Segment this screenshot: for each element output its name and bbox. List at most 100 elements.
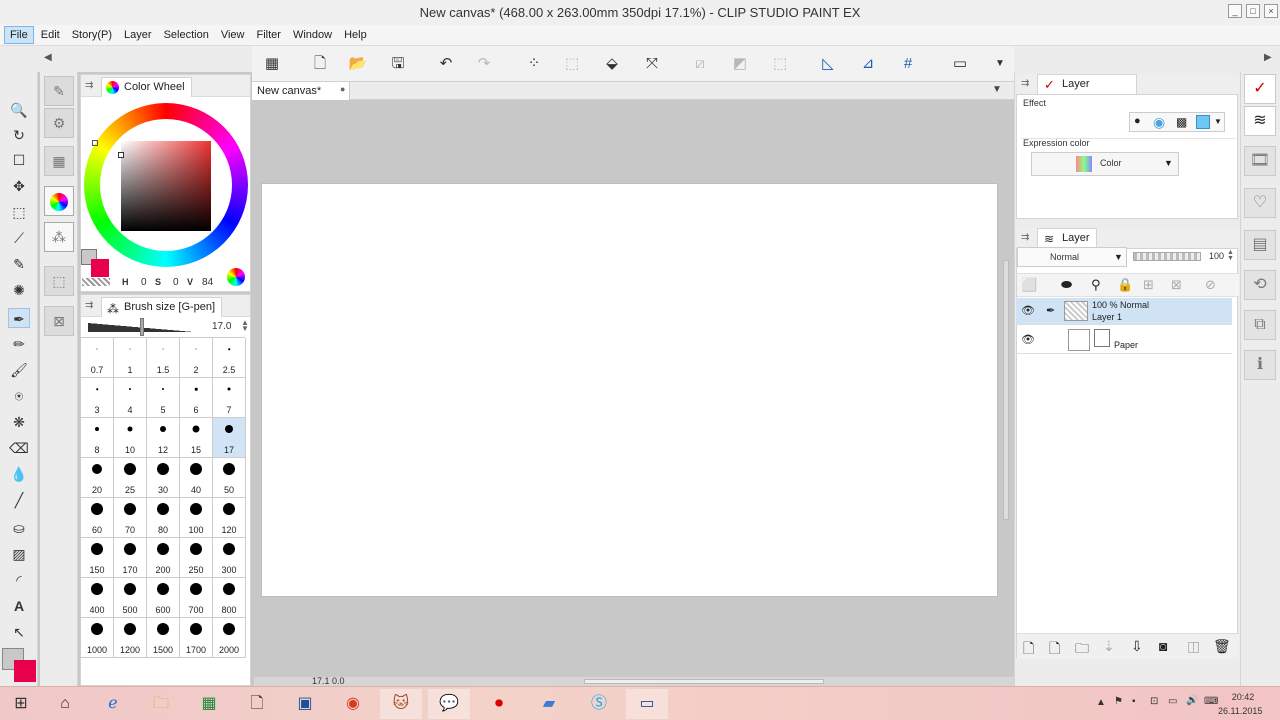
brush-size-cell[interactable]: 300	[213, 538, 246, 578]
brush-size-cell[interactable]: 600	[147, 578, 180, 618]
color-wheel-tab-icon[interactable]	[44, 186, 74, 216]
brush-size-cell[interactable]: 400	[81, 578, 114, 618]
hsv-mode-icon[interactable]	[227, 268, 245, 286]
collapse-left-icon[interactable]: ◀	[44, 52, 52, 63]
animation-icon[interactable]: 🎞	[1244, 146, 1276, 176]
brush-size-cell[interactable]: 12	[147, 418, 180, 458]
brush-size-cell[interactable]: 15	[180, 418, 213, 458]
new-vector-layer-icon[interactable]: 🗋	[1049, 638, 1060, 662]
panel-menu-icon[interactable]: ⇉	[1021, 232, 1029, 243]
opacity-slider[interactable]	[1133, 252, 1201, 261]
visibility-eye-icon[interactable]: 👁	[1021, 333, 1035, 346]
brush-size-tab-icon[interactable]: ⁂	[44, 222, 74, 252]
menu-edit[interactable]: Edit	[36, 27, 65, 43]
menu-story[interactable]: Story(P)	[67, 27, 117, 43]
brush-size-cell[interactable]: 700	[180, 578, 213, 618]
brush-size-tab[interactable]: ⁂ Brush size [G-pen]	[101, 297, 223, 317]
zoom-value[interactable]: 17.1	[312, 676, 330, 686]
tray-volume-icon[interactable]: 🔊	[1186, 695, 1198, 706]
layer-row-layer1[interactable]: 👁 ✒ 100 % Normal Layer 1	[1016, 298, 1232, 325]
horizontal-scrollbar[interactable]	[584, 679, 824, 684]
mask-icon[interactable]: ⊠	[1171, 277, 1182, 293]
chrome-icon[interactable]: ◉	[332, 689, 374, 719]
ie-browser-icon[interactable]: ℯ	[92, 689, 134, 719]
brush-size-cell[interactable]: 100	[180, 498, 213, 538]
tray-network-icon[interactable]: ⊡	[1150, 696, 1158, 707]
operation-tool-icon[interactable]: ↖	[8, 622, 30, 642]
hand-tool-icon[interactable]: ☐	[8, 150, 30, 170]
menu-layer[interactable]: Layer	[119, 27, 157, 43]
close-button[interactable]: ×	[1264, 4, 1278, 18]
rotate-tool-icon[interactable]: ↻	[8, 125, 30, 145]
lock-icon[interactable]: 🔒	[1117, 277, 1133, 293]
menu-filter[interactable]: Filter	[252, 27, 286, 43]
brush-size-cell[interactable]: 2.5	[213, 338, 246, 378]
panel-menu-icon[interactable]: ⇉	[85, 80, 93, 91]
clock-time[interactable]: 20:42	[1230, 692, 1256, 702]
brush-size-cell[interactable]: 500	[114, 578, 147, 618]
transfer-down-icon[interactable]: ⇣	[1103, 638, 1115, 655]
new-raster-layer-icon[interactable]: 🗋	[1023, 638, 1034, 662]
brush-size-cell[interactable]: 1000	[81, 618, 114, 658]
layer-tab[interactable]: ≋ Layer	[1037, 228, 1097, 248]
file-explorer-icon[interactable]: 🗀	[140, 689, 182, 719]
brush-size-cell[interactable]: 2000	[213, 618, 246, 658]
brush-size-cell[interactable]: 80	[147, 498, 180, 538]
document-tab[interactable]: New canvas* ●	[252, 82, 350, 100]
tray-flag-icon[interactable]: ⚑	[1114, 696, 1123, 707]
brush-size-slider-thumb[interactable]	[140, 318, 144, 336]
curve-tool-icon[interactable]: ◜	[8, 570, 30, 590]
tray-keyboard-icon[interactable]: ⌨	[1204, 696, 1218, 707]
brush-size-cell[interactable]: 50	[213, 458, 246, 498]
pen-tool-icon[interactable]: ✒	[8, 308, 30, 328]
hue-cursor[interactable]	[92, 140, 98, 146]
ruler-snap-icon[interactable]: ◺	[818, 54, 838, 74]
redo-icon[interactable]: ↷	[474, 54, 494, 74]
deselect-icon[interactable]: ⧄	[690, 54, 710, 74]
color-cursor[interactable]	[118, 152, 124, 158]
clear-outside-icon[interactable]: ⬚	[562, 54, 582, 74]
rotation-value[interactable]: 0.0	[332, 676, 345, 686]
move-tool-icon[interactable]: ✥	[8, 176, 30, 196]
brush-size-cell[interactable]: 170	[114, 538, 147, 578]
brush-size-cell[interactable]: 0.7	[81, 338, 114, 378]
reference-layer-icon[interactable]: ⚲	[1091, 277, 1101, 293]
maximize-button[interactable]: □	[1246, 4, 1260, 18]
layer-row-paper[interactable]: 👁 Paper	[1016, 327, 1232, 354]
blend-mode-select[interactable]: Normal ▼	[1017, 247, 1127, 267]
brush-size-cell[interactable]: 8	[81, 418, 114, 458]
lock-transparency-icon[interactable]: ⊞	[1143, 277, 1154, 293]
menu-view[interactable]: View	[216, 27, 250, 43]
combine-down-icon[interactable]: ⇩	[1131, 638, 1143, 655]
unsaved-dot-icon[interactable]: ●	[340, 84, 345, 94]
menu-window[interactable]: Window	[288, 27, 337, 43]
invert-selection-icon[interactable]: ◩	[730, 54, 750, 74]
figure-tool-icon[interactable]: ✺	[8, 280, 30, 300]
layer-property-tab[interactable]: ✓ Layer Property	[1037, 74, 1137, 108]
opacity-spinner[interactable]: ▲ ▼	[1227, 249, 1234, 262]
record-icon[interactable]: ⏺	[478, 689, 520, 719]
brush-size-cell[interactable]: 1500	[147, 618, 180, 658]
brush-size-cell[interactable]: 120	[213, 498, 246, 538]
monitor-app-icon[interactable]: ▭	[626, 689, 668, 719]
fill-icon[interactable]: ⬙	[602, 54, 622, 74]
text-tool-icon[interactable]: A	[8, 596, 30, 616]
notebook-icon[interactable]: ▰	[528, 689, 570, 719]
transparent-color-chip[interactable]	[82, 278, 110, 286]
subtool-settings-icon[interactable]: ⚙	[44, 108, 74, 138]
brush-size-cell[interactable]: 30	[147, 458, 180, 498]
clear-icon[interactable]: ⁘	[524, 54, 544, 74]
sub-view-icon[interactable]: ⧉	[1244, 310, 1276, 340]
eyedropper-tool-icon[interactable]: ⟋	[8, 228, 30, 248]
brush-size-cell[interactable]: 3	[81, 378, 114, 418]
document-icon[interactable]: 🗋	[236, 689, 278, 719]
brush-size-cell[interactable]: 17	[213, 418, 246, 458]
canvas-view-icon[interactable]: ▭	[950, 54, 970, 74]
selection-tool-icon[interactable]: ⬚	[8, 202, 30, 222]
new-file-icon[interactable]: 🗋	[310, 54, 330, 74]
brush-size-cell[interactable]: 7	[213, 378, 246, 418]
brush-size-cell[interactable]: 200	[147, 538, 180, 578]
brush-size-cell[interactable]: 60	[81, 498, 114, 538]
apply-mask-icon[interactable]: ◫	[1187, 638, 1200, 655]
ruler-icon[interactable]: ⊘	[1205, 277, 1216, 293]
